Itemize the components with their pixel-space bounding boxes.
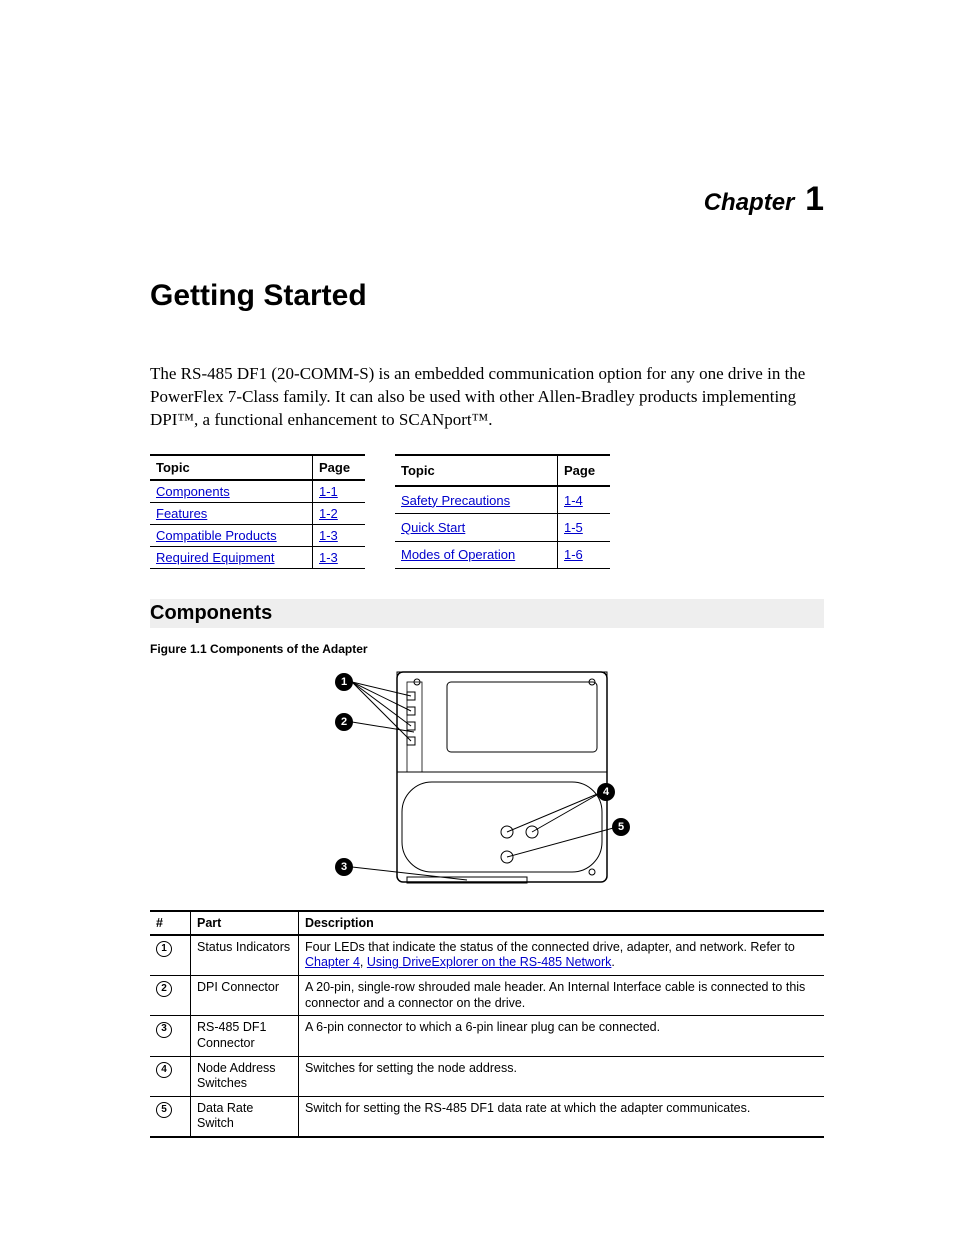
intro-paragraph: The RS-485 DF1 (20-COMM-S) is an embedde… xyxy=(150,363,824,432)
row-desc: A 6-pin connector to which a 6-pin linea… xyxy=(299,1016,825,1056)
row-part: RS-485 DF1 Connector xyxy=(191,1016,299,1056)
section-heading-components: Components xyxy=(150,599,824,628)
row-desc: Switch for setting the RS-485 DF1 data r… xyxy=(299,1096,825,1137)
chapter-word: Chapter xyxy=(704,189,795,216)
desc-text: Four LEDs that indicate the status of th… xyxy=(305,940,795,954)
row-part: DPI Connector xyxy=(191,976,299,1016)
table-row: 3 RS-485 DF1 Connector A 6-pin connector… xyxy=(150,1016,824,1056)
row-num: 3 xyxy=(156,1022,172,1038)
chapter-label: Chapter 1 xyxy=(150,180,824,219)
row-num: 5 xyxy=(156,1102,172,1118)
row-part: Node Address Switches xyxy=(191,1056,299,1096)
link-features[interactable]: Features xyxy=(156,506,207,521)
link-required-equipment[interactable]: Required Equipment xyxy=(156,550,275,565)
table-row: 4 Node Address Switches Switches for set… xyxy=(150,1056,824,1096)
row-num: 2 xyxy=(156,981,172,997)
callout-4: 4 xyxy=(597,783,615,801)
link-safety-precautions[interactable]: Safety Precautions xyxy=(401,493,510,508)
th-page: Page xyxy=(313,455,366,480)
table-row: Components 1-1 xyxy=(150,480,365,503)
link-page[interactable]: 1-4 xyxy=(564,493,583,508)
row-part: Data Rate Switch xyxy=(191,1096,299,1137)
link-components[interactable]: Components xyxy=(156,484,230,499)
row-num: 1 xyxy=(156,941,172,957)
table-row: 1 Status Indicators Four LEDs that indic… xyxy=(150,935,824,976)
callout-1: 1 xyxy=(335,673,353,691)
th-desc: Description xyxy=(299,911,825,935)
th-page: Page xyxy=(558,455,611,486)
row-part: Status Indicators xyxy=(191,935,299,976)
link-page[interactable]: 1-5 xyxy=(564,520,583,535)
link-quick-start[interactable]: Quick Start xyxy=(401,520,465,535)
topic-table-left: Topic Page Components 1-1 Features 1-2 C… xyxy=(150,454,365,569)
table-row: 2 DPI Connector A 20-pin, single-row shr… xyxy=(150,976,824,1016)
callout-2: 2 xyxy=(335,713,353,731)
page-title: Getting Started xyxy=(150,279,824,313)
row-num: 4 xyxy=(156,1062,172,1078)
table-row: 5 Data Rate Switch Switch for setting th… xyxy=(150,1096,824,1137)
th-topic: Topic xyxy=(395,455,558,486)
link-modes-of-operation[interactable]: Modes of Operation xyxy=(401,547,515,562)
row-desc: A 20-pin, single-row shrouded male heade… xyxy=(299,976,825,1016)
table-row: Safety Precautions 1-4 xyxy=(395,486,610,514)
link-compatible-products[interactable]: Compatible Products xyxy=(156,528,277,543)
link-driveexplorer[interactable]: Using DriveExplorer on the RS-485 Networ… xyxy=(367,955,612,969)
link-page[interactable]: 1-3 xyxy=(319,528,338,543)
desc-text: . xyxy=(611,955,614,969)
row-desc: Switches for setting the node address. xyxy=(299,1056,825,1096)
link-page[interactable]: 1-1 xyxy=(319,484,338,499)
table-row: Quick Start 1-5 xyxy=(395,514,610,541)
page: Chapter 1 Getting Started The RS-485 DF1… xyxy=(0,0,954,1238)
desc-text: , xyxy=(360,955,367,969)
link-page[interactable]: 1-3 xyxy=(319,550,338,565)
figure-caption: Figure 1.1 Components of the Adapter xyxy=(150,642,824,656)
th-num: # xyxy=(150,911,191,935)
figure-adapter: 1 2 3 4 5 xyxy=(337,662,637,892)
th-topic: Topic xyxy=(150,455,313,480)
link-page[interactable]: 1-2 xyxy=(319,506,338,521)
th-part: Part xyxy=(191,911,299,935)
adapter-diagram-icon xyxy=(337,662,637,892)
chapter-number: 1 xyxy=(805,180,824,218)
callout-3: 3 xyxy=(335,858,353,876)
callout-5: 5 xyxy=(612,818,630,836)
row-desc: Four LEDs that indicate the status of th… xyxy=(299,935,825,976)
topic-index-tables: Topic Page Components 1-1 Features 1-2 C… xyxy=(150,454,824,569)
components-table: # Part Description 1 Status Indicators F… xyxy=(150,910,824,1138)
link-page[interactable]: 1-6 xyxy=(564,547,583,562)
table-row: Required Equipment 1-3 xyxy=(150,546,365,568)
table-row: Modes of Operation 1-6 xyxy=(395,541,610,568)
table-row: Compatible Products 1-3 xyxy=(150,524,365,546)
table-row: Features 1-2 xyxy=(150,502,365,524)
topic-table-right: Topic Page Safety Precautions 1-4 Quick … xyxy=(395,454,610,569)
link-chapter-4[interactable]: Chapter 4 xyxy=(305,955,360,969)
